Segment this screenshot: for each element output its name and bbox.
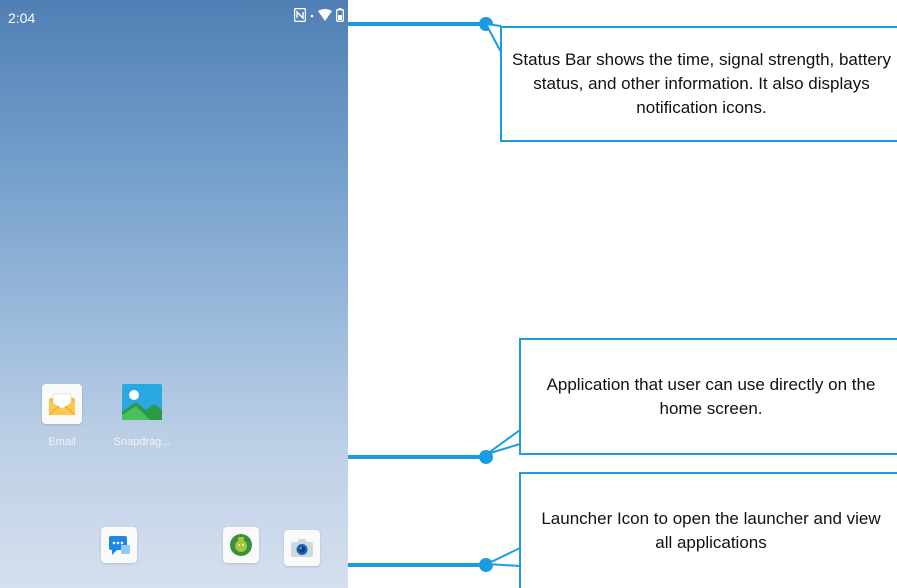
status-time: 2:04	[8, 10, 36, 26]
nfc-icon	[294, 8, 306, 22]
applications-callout-text: Application that user can use directly o…	[546, 374, 876, 418]
status-bar-callout-text: Status Bar shows the time, signal streng…	[512, 50, 891, 117]
status-bar-callout: Status Bar shows the time, signal streng…	[500, 26, 897, 142]
launcher-callout-tail	[483, 547, 521, 567]
app-gallery-label: Snapdrag...	[113, 436, 171, 448]
phone-home-screen: 2:04 Email Snapdrag...	[0, 0, 348, 588]
dot-separator-icon	[310, 8, 314, 22]
apps-connector-line	[348, 455, 486, 459]
gallery-icon[interactable]	[120, 380, 164, 424]
app-email[interactable]: Email	[22, 384, 102, 448]
messages-icon[interactable]	[101, 527, 137, 563]
email-icon[interactable]	[42, 384, 82, 424]
app-gallery[interactable]: Snapdrag...	[102, 380, 182, 448]
status-icons	[294, 8, 344, 22]
launcher-connector-line	[348, 563, 486, 567]
annotated-screenshot: 2:04 Email Snapdrag... Status Bar shows …	[0, 0, 897, 588]
camera-icon[interactable]	[284, 530, 320, 566]
launcher-callout-text: Launcher Icon to open the launcher and v…	[541, 509, 881, 552]
applications-callout: Application that user can use directly o…	[519, 338, 897, 455]
status-connector-line	[348, 22, 486, 26]
battery-icon	[336, 8, 344, 22]
status-bar[interactable]: 2:04	[0, 0, 348, 36]
wifi-icon	[318, 9, 332, 21]
launcher-icon[interactable]	[223, 527, 259, 563]
launcher-callout: Launcher Icon to open the launcher and v…	[519, 472, 897, 588]
apps-callout-tail	[486, 429, 521, 455]
app-email-label: Email	[48, 436, 76, 448]
